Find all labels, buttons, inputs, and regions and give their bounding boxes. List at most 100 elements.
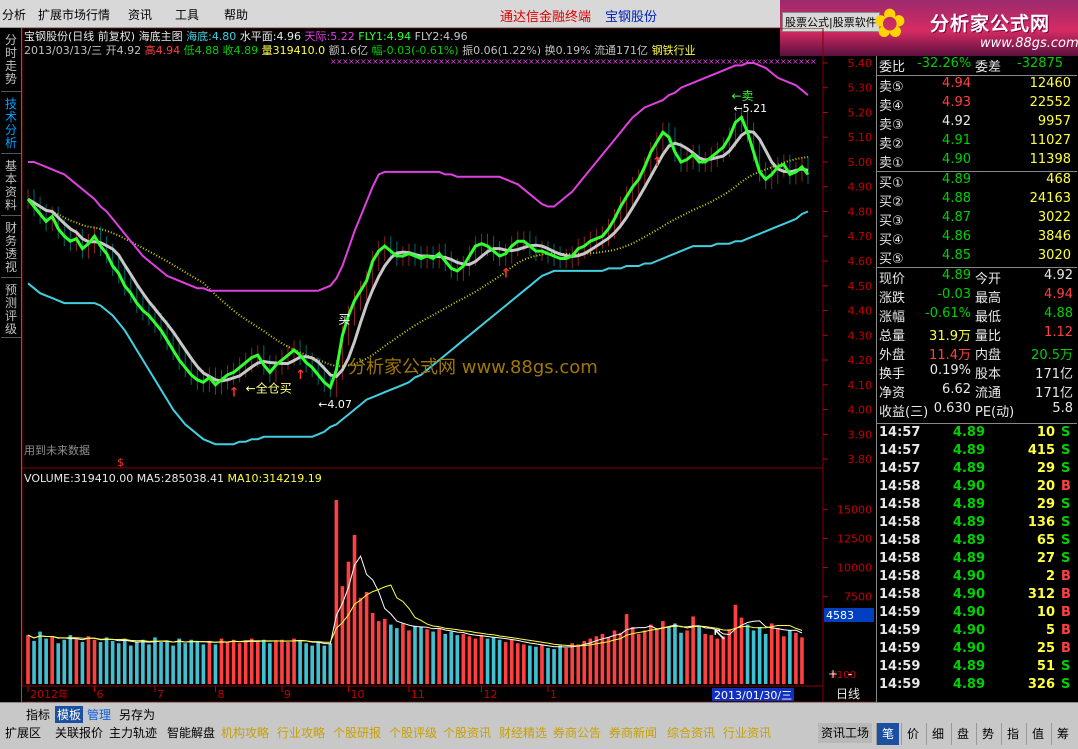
quote-view-tab[interactable]: 价	[901, 723, 924, 745]
quote-view-tab[interactable]: 笔	[876, 723, 899, 745]
stat-row: 收益(三) 0.630 PE(动) 5.8	[877, 401, 1077, 420]
tick-volume: 29	[1036, 497, 1055, 512]
stat-value: 4.92	[1044, 268, 1073, 283]
bid-volume: 3846	[1037, 229, 1071, 244]
tick-price: 4.89	[952, 533, 985, 548]
bid-price: 4.87	[942, 210, 971, 225]
menu-analysis[interactable]: 分析	[2, 6, 26, 23]
volume-bar	[92, 639, 97, 684]
tab-manage[interactable]: 管理	[87, 706, 111, 723]
tick-volume: 136	[1027, 515, 1055, 530]
quote-view-tab[interactable]: 筹	[1051, 723, 1074, 745]
tick-volume: 2	[1045, 569, 1055, 584]
category-tab[interactable]: 行业资讯	[720, 723, 774, 743]
volume-bar	[558, 645, 562, 684]
stat-label: 内盘	[975, 348, 1002, 363]
tick-time: 14:58	[879, 515, 921, 530]
volume-bar	[497, 639, 502, 684]
zoom-in-button[interactable]: +	[828, 667, 838, 681]
order-ratio-row: 委比 -32.26% 委差 -32875	[879, 56, 1064, 75]
tick-price: 4.89	[952, 497, 985, 512]
ask-row: 卖⑤ 4.94 12460	[877, 76, 1077, 95]
price-volume-chart[interactable]: 5.40 5.30 5.20 5.10 5.00 4.90 4.80 4.70 4.60 4.50…	[22, 28, 876, 702]
volume-bar	[727, 629, 732, 684]
quote-view-tab[interactable]: 指	[1001, 723, 1024, 745]
volume-bar	[171, 645, 175, 684]
tab-template[interactable]: 模板	[55, 706, 84, 723]
category-tab[interactable]: 个股研报	[330, 723, 384, 743]
category-tab[interactable]: 综合资讯	[664, 723, 718, 743]
volume-bar	[195, 642, 200, 684]
quote-panel: 委比 -32.26% 委差 -32875 卖⑤ 4.94 12460 卖④ 4.93 22…	[876, 56, 1078, 702]
tab-intraday[interactable]: 分时走势	[1, 28, 21, 92]
volume-bar	[207, 640, 212, 684]
y-tick-label: 4.20	[848, 354, 873, 367]
info-factory-button[interactable]: 资讯工场	[818, 723, 873, 743]
ask-level-label: 卖③	[879, 118, 904, 133]
category-tab[interactable]: 主力轨迹	[106, 723, 160, 743]
quote-view-tab[interactable]: 细	[926, 723, 949, 745]
y-tick-label: 4.10	[848, 379, 873, 392]
menu-help[interactable]: 帮助	[224, 6, 248, 23]
stat-label: 总量	[879, 329, 906, 344]
tick-side: B	[1061, 479, 1071, 494]
volume-bar	[177, 638, 181, 684]
category-tab[interactable]: 券商公告	[550, 723, 604, 743]
tab-financials[interactable]: 财务透视	[1, 216, 21, 278]
category-tab[interactable]: 个股评级	[386, 723, 440, 743]
volume-bar	[703, 633, 708, 684]
category-tab[interactable]: 智能解盘	[164, 723, 218, 743]
tick-side: S	[1061, 677, 1071, 692]
y-tick-label: 4.00	[848, 404, 873, 417]
quote-view-tab[interactable]: 盘	[951, 723, 974, 745]
category-tab[interactable]: 关联报价	[52, 723, 106, 743]
category-tab[interactable]: 券商新闻	[606, 723, 660, 743]
volume-bar	[262, 639, 266, 684]
bid-volume: 24163	[1029, 191, 1071, 206]
x-tick-label: 11	[411, 688, 425, 701]
sell-signal-label: ←卖	[731, 89, 753, 103]
ask-price: 4.91	[942, 133, 971, 148]
tick-volume: 25	[1036, 641, 1055, 656]
tick-side: S	[1061, 533, 1071, 548]
tab-technical-analysis[interactable]: 技术分析	[1, 92, 21, 154]
category-tab[interactable]: 机构攻略	[218, 723, 272, 743]
bid-row: 买① 4.89 468	[877, 172, 1077, 191]
quote-view-tab[interactable]: 值	[1026, 723, 1049, 745]
category-tab[interactable]: 财经精选	[496, 723, 550, 743]
tick-volume: 10	[1036, 605, 1055, 620]
ask-price: 4.93	[942, 95, 971, 110]
y-tick-label: 5.20	[848, 106, 873, 119]
bid-price: 4.86	[942, 229, 971, 244]
tab-basic-info[interactable]: 基本资料	[1, 154, 21, 216]
volume-bar	[419, 626, 423, 684]
buy-signal-label: 买	[338, 312, 350, 326]
vol-tick-label: 15000	[837, 503, 872, 516]
stat-value: 171亿	[1035, 386, 1073, 401]
category-tab[interactable]: 行业攻略	[274, 723, 328, 743]
quote-view-tab[interactable]: 势	[976, 723, 999, 745]
menu-news[interactable]: 资讯	[128, 6, 152, 23]
zoom-out-button[interactable]: -	[848, 667, 852, 681]
volume-bar	[552, 649, 556, 684]
kline-chart-panel[interactable]: 宝钢股份(日线 前复权) 海底主图 海底:4.80 水平面:4.96 天际:5.…	[22, 28, 876, 702]
category-tab[interactable]: 个股资讯	[440, 723, 494, 743]
volume-bar	[74, 638, 79, 684]
category-tab[interactable]: 扩展区	[2, 723, 44, 743]
volume-bar	[243, 640, 248, 684]
volume-bar	[225, 642, 230, 684]
stat-value: 171亿	[1035, 367, 1073, 382]
volume-bar	[576, 644, 581, 684]
menu-extended-market[interactable]: 扩展市场行情	[38, 6, 110, 23]
tick-time: 14:59	[879, 623, 921, 638]
volume-bar	[612, 630, 617, 684]
volume-bar	[757, 626, 762, 684]
stat-label: PE(动)	[975, 405, 1015, 420]
volume-bar	[788, 630, 792, 684]
volume-bar	[648, 624, 653, 684]
tab-indicator[interactable]: 指标	[26, 706, 50, 723]
tab-save-as[interactable]: 另存为	[119, 706, 155, 723]
stat-label: 涨幅	[879, 310, 906, 325]
tab-forecast-rating[interactable]: 预测评级	[1, 278, 21, 338]
menu-tools[interactable]: 工具	[175, 6, 199, 23]
